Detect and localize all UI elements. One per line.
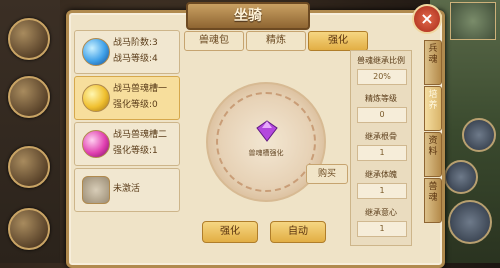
stat-value: 0 — [357, 107, 407, 123]
slot-line1: 战马兽魂槽一 — [113, 84, 168, 94]
backpack-icon[interactable] — [8, 146, 50, 188]
skill-button-1[interactable] — [462, 118, 496, 152]
side-tab-train[interactable]: 培养 — [424, 86, 442, 131]
tab-strengthen[interactable]: 强化 — [308, 31, 368, 51]
close-button[interactable]: × — [412, 4, 442, 34]
auto-button[interactable]: 自动 — [270, 221, 326, 243]
slot-line1: 未激活 — [113, 184, 141, 194]
slot-line2: 强化等级:1 — [113, 146, 158, 156]
stat-label: 兽魂继承比例 — [357, 56, 405, 65]
center-area: 兽魂槽强化 购买 — [184, 52, 348, 242]
slot-mount-level[interactable]: 战马阶数:3 战马等级:4 — [74, 30, 180, 74]
weapon-icon[interactable] — [8, 208, 50, 250]
blue-gem-icon — [82, 38, 110, 66]
slot-soul-1[interactable]: 战马兽魂槽一 强化等级:0 — [74, 76, 180, 120]
pink-gem-icon — [82, 130, 110, 158]
slot-list: 战马阶数:3 战马等级:4 战马兽魂槽一 强化等级:0 战马兽魂槽二 强化等级:… — [74, 22, 180, 254]
minimap[interactable] — [450, 2, 496, 40]
tab-refine[interactable]: 精炼 — [246, 31, 306, 51]
side-tab-info[interactable]: 资料 — [424, 132, 442, 177]
side-tab-beast-soul[interactable]: 兽魂 — [424, 178, 442, 223]
purple-gem-icon — [256, 120, 278, 142]
scroll-icon[interactable] — [8, 76, 50, 118]
side-tab-soldier[interactable]: 兵魂 — [424, 40, 442, 85]
stat-label: 继承根骨 — [365, 132, 397, 141]
stat-label: 精炼等级 — [365, 94, 397, 103]
slot-line2: 战马等级:4 — [113, 54, 158, 64]
skill-button-2[interactable] — [444, 160, 478, 194]
tab-bar: 兽魂包 精炼 强化 — [184, 31, 370, 51]
stat-label: 继承体魄 — [365, 170, 397, 179]
slot-line2: 强化等级:0 — [113, 100, 158, 110]
attack-button[interactable] — [448, 200, 492, 244]
emblem-label: 兽魂槽强化 — [248, 149, 284, 157]
lock-icon — [82, 176, 110, 204]
buy-button[interactable]: 购买 — [306, 164, 348, 184]
character-portrait-icon[interactable] — [8, 18, 50, 60]
slot-locked[interactable]: 未激活 — [74, 168, 180, 212]
stat-value: 1 — [357, 145, 407, 161]
strengthen-button[interactable]: 强化 — [202, 221, 258, 243]
gold-coin-icon — [82, 84, 110, 112]
stat-value: 20% — [357, 69, 407, 85]
stat-value: 1 — [357, 183, 407, 199]
stat-label: 继承意心 — [365, 208, 397, 217]
soul-slot-emblem: 兽魂槽强化 — [206, 82, 326, 202]
slot-line1: 战马兽魂槽二 — [113, 130, 168, 140]
panel-title: 坐骑 — [186, 2, 310, 30]
slot-line1: 战马阶数:3 — [113, 38, 158, 48]
tab-soul-bag[interactable]: 兽魂包 — [184, 31, 244, 51]
stat-value: 1 — [357, 221, 407, 237]
stats-panel: 兽魂继承比例 20% 精炼等级 0 继承根骨 1 继承体魄 1 继承意心 1 — [350, 50, 412, 246]
slot-soul-2[interactable]: 战马兽魂槽二 强化等级:1 — [74, 122, 180, 166]
emblem-ring — [216, 92, 316, 192]
